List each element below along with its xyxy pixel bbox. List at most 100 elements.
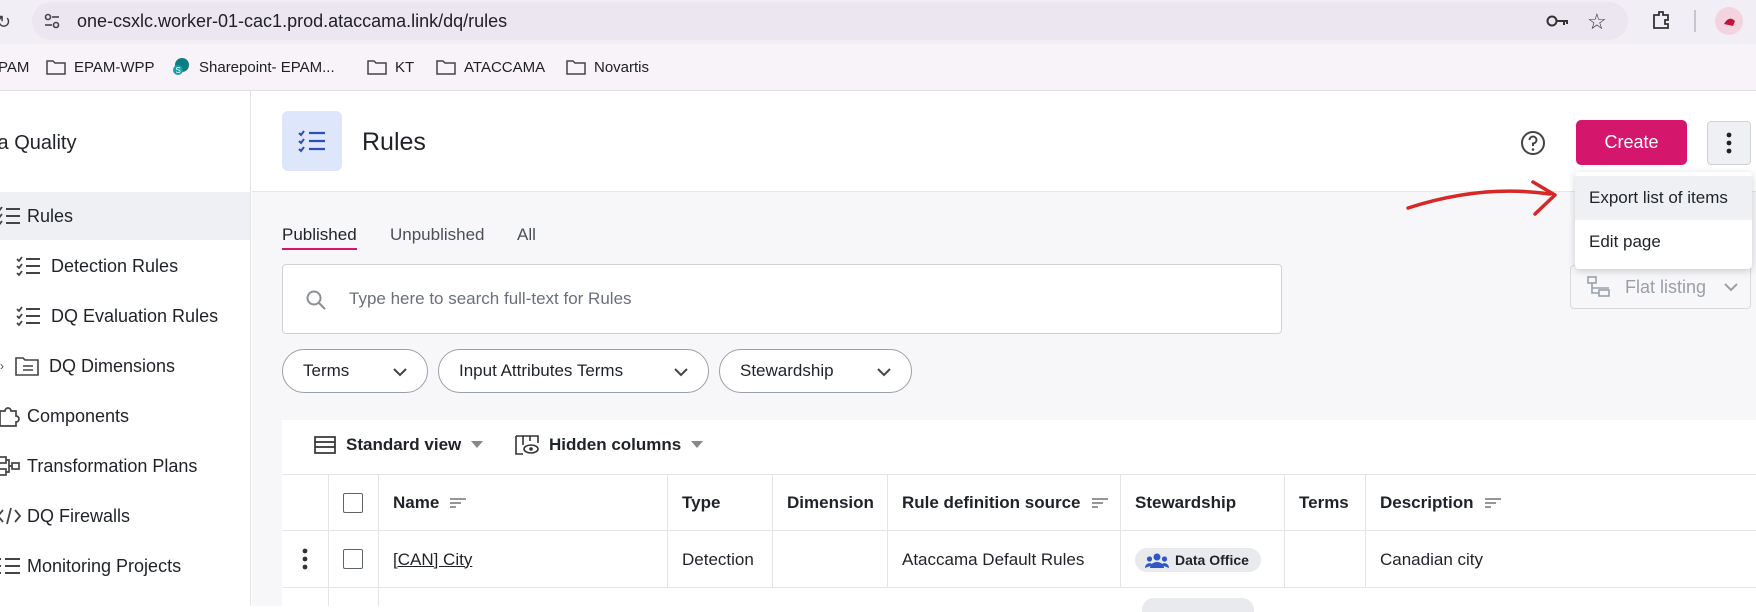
filter-label: Terms (303, 361, 350, 380)
more-options-menu: Export list of items Edit page (1575, 172, 1752, 269)
tab-unpublished[interactable]: Unpublished (390, 225, 485, 245)
column-label: Stewardship (1135, 493, 1237, 512)
caret-down-icon (471, 441, 484, 448)
sort-icon (1091, 498, 1108, 508)
folder-icon (566, 60, 586, 75)
stewardship-badge[interactable] (1142, 598, 1254, 612)
bookmark-label: EPAM-WPP (74, 58, 155, 76)
rule-name-link[interactable]: [CAN] City (393, 550, 472, 570)
column-header-description[interactable]: Description (1365, 475, 1756, 531)
hidden-columns-select[interactable]: Hidden columns (515, 435, 704, 455)
sidebar-item-dq-dimensions[interactable]: › DQ Dimensions (0, 342, 250, 390)
bookmark-novartis[interactable]: Novartis (566, 54, 649, 80)
select-all-checkbox[interactable] (342, 493, 363, 513)
row-checkbox-cell[interactable] (328, 531, 376, 587)
list-icon (0, 553, 22, 579)
svg-text:S: S (176, 66, 181, 75)
sidebar-item-label: Components (27, 405, 130, 426)
expand-icon[interactable]: › (0, 359, 10, 373)
menu-item-edit-page[interactable]: Edit page (1575, 220, 1752, 264)
column-label: Description (1380, 493, 1474, 512)
table-row[interactable]: [CAN] City Detection Ataccama Default Ru… (282, 531, 1756, 588)
cell-name[interactable]: [CAN] City (378, 531, 666, 588)
select-all-checkbox-cell[interactable] (328, 475, 376, 531)
sidebar-item-label: Detection Rules (51, 255, 179, 276)
bookmark-epam-wpp[interactable]: EPAM-WPP (46, 54, 155, 80)
column-header-terms[interactable]: Terms (1284, 475, 1364, 531)
more-options-button[interactable] (1707, 121, 1751, 165)
url-text[interactable]: one-csxlc.worker-01-cac1.prod.ataccama.l… (77, 11, 507, 32)
toolbar-divider (1694, 10, 1696, 32)
standard-view-select[interactable]: Standard view (314, 435, 484, 455)
tab-published[interactable]: Published (282, 225, 357, 250)
bookmark-ataccama[interactable]: ATACCAMA (436, 54, 545, 80)
bookmark-label: KT (395, 58, 415, 76)
folder-icon (367, 60, 387, 75)
column-header-dimension[interactable]: Dimension (772, 475, 886, 531)
sidebar-item-label: Monitoring Projects (27, 555, 182, 576)
listing-mode-label: Flat listing (1625, 276, 1707, 297)
cell-text: Ataccama Default Rules (902, 549, 1085, 569)
column-label: Name (393, 493, 440, 512)
bookmark-label: Sharepoint- EPAM... (199, 58, 335, 76)
bookmark-star-icon[interactable]: ☆ (1587, 9, 1607, 35)
sidebar-item-label: DQ Firewalls (27, 505, 131, 526)
filter-stewardship[interactable]: Stewardship (719, 349, 912, 393)
search-placeholder: Type here to search full-text for Rules (349, 289, 632, 308)
sidebar-item-label: DQ Dimensions (49, 355, 176, 376)
create-button[interactable]: Create (1576, 120, 1687, 165)
menu-item-export-list[interactable]: Export list of items (1575, 176, 1752, 220)
listing-mode-select[interactable]: Flat listing (1570, 265, 1751, 309)
browser-toolbar: ↻ one-csxlc.worker-01-cac1.prod.ataccama… (0, 0, 1756, 44)
column-header-type[interactable]: Type (667, 475, 771, 531)
stewardship-badge[interactable]: Data Office (1135, 547, 1261, 572)
search-input[interactable]: Type here to search full-text for Rules (282, 264, 1282, 334)
bookmark-sharepoint[interactable]: S Sharepoint- EPAM... (171, 54, 335, 80)
sidebar-item-dq-evaluation-rules[interactable]: DQ Evaluation Rules (0, 292, 250, 340)
reload-icon[interactable]: ↻ (0, 12, 11, 33)
filter-terms[interactable]: Terms (282, 349, 428, 393)
extensions-icon[interactable] (1650, 9, 1672, 31)
row-actions-icon[interactable] (282, 531, 327, 587)
bookmark-kt[interactable]: KT (367, 54, 414, 80)
checklist-icon (16, 303, 42, 329)
table-header: Name Type Dimension Rule definition sour… (282, 474, 1756, 531)
filter-label: Input Attributes Terms (459, 361, 624, 380)
key-icon[interactable] (1546, 11, 1570, 31)
sidebar-item-monitoring-projects[interactable]: Monitoring Projects (0, 542, 250, 590)
row-checkbox[interactable] (342, 549, 363, 569)
column-label: Type (682, 493, 721, 512)
sidebar-item-label: Transformation Plans (27, 455, 198, 476)
checklist-icon (16, 253, 42, 279)
column-header-name[interactable]: Name (378, 475, 666, 531)
cell-divider (378, 588, 379, 606)
tab-all[interactable]: All (517, 225, 536, 245)
table-row[interactable] (282, 588, 1756, 612)
column-header-stewardship[interactable]: Stewardship (1120, 475, 1283, 531)
kebab-icon (1726, 132, 1732, 154)
column-header-rule-definition-source[interactable]: Rule definition source (887, 475, 1119, 531)
group-icon (1145, 553, 1169, 568)
cell-text: Detection (682, 549, 754, 569)
help-icon[interactable] (1518, 128, 1548, 158)
sidebar-item-rules[interactable]: Rules (0, 192, 250, 240)
sidebar-item-detection-rules[interactable]: Detection Rules (0, 242, 250, 290)
folder-icon (46, 60, 66, 75)
sidebar-item-components[interactable]: Components (0, 392, 250, 440)
cell-source: Ataccama Default Rules (887, 531, 1119, 588)
bookmark-pam[interactable]: PAM (0, 54, 29, 80)
chevron-down-icon (393, 368, 407, 377)
filter-input-attributes-terms[interactable]: Input Attributes Terms (438, 349, 709, 393)
column-label: Rule definition source (902, 493, 1081, 512)
sidebar-item-transformation-plans[interactable]: Transformation Plans (0, 442, 250, 490)
search-icon (305, 289, 327, 311)
puzzle-icon (0, 403, 22, 429)
standard-view-label: Standard view (346, 435, 462, 454)
profile-avatar-icon[interactable] (1715, 7, 1743, 35)
sidebar-item-dq-firewalls[interactable]: DQ Firewalls (0, 492, 250, 540)
site-settings-icon[interactable] (42, 11, 62, 31)
checklist-icon (0, 203, 22, 229)
hierarchy-icon (1587, 276, 1610, 297)
cell-divider (328, 588, 329, 606)
caret-down-icon (691, 441, 704, 448)
